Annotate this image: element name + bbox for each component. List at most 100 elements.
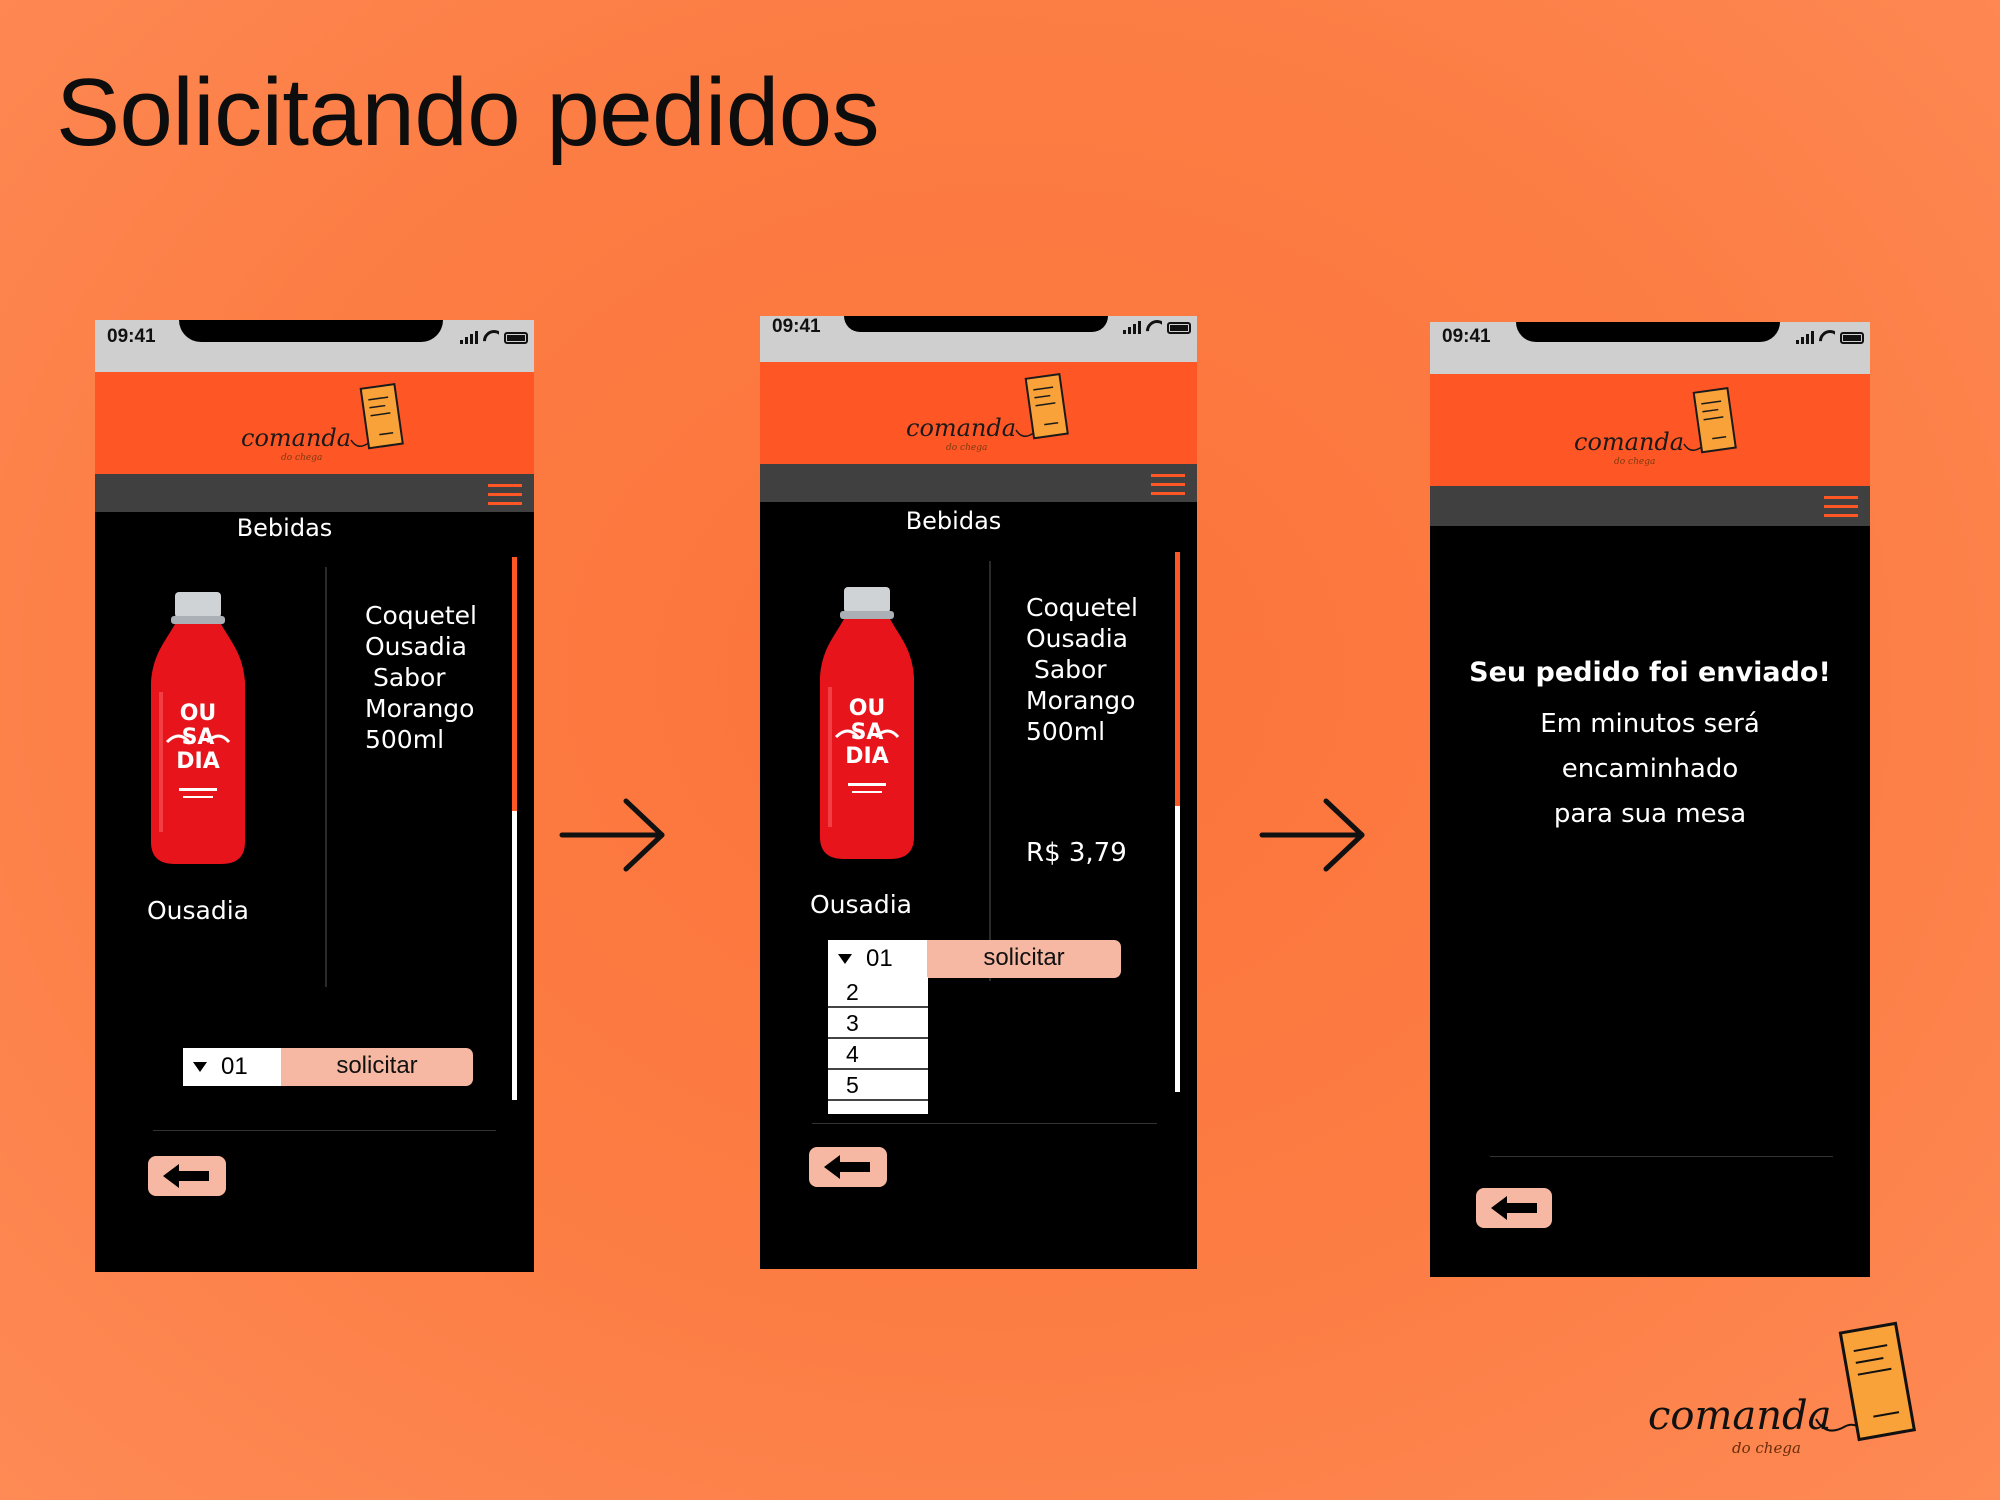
quantity-dropdown-list: 2 3 4 5	[828, 977, 928, 1114]
notch	[179, 320, 443, 342]
divider	[1490, 1156, 1833, 1157]
request-button[interactable]: solicitar	[927, 940, 1121, 978]
product-description-line: 500ml	[1026, 717, 1106, 746]
svg-text:do chega: do chega	[946, 443, 987, 453]
back-button[interactable]	[809, 1147, 887, 1187]
quantity-option[interactable]: 5	[828, 1070, 928, 1101]
quantity-select[interactable]: 01	[828, 940, 928, 978]
status-time: 09:41	[1442, 326, 1491, 347]
product-price: R$ 3,79	[1026, 838, 1127, 868]
product-image[interactable]: OU SA DIA	[145, 592, 251, 866]
quantity-value: 01	[866, 945, 893, 972]
scrollbar[interactable]	[1175, 552, 1180, 1092]
flow-arrow-icon	[1259, 798, 1365, 872]
notch	[1516, 322, 1780, 342]
quantity-select[interactable]: 01	[183, 1048, 283, 1086]
comanda-logo: comanda do chega	[906, 372, 1069, 453]
column-divider	[989, 561, 991, 981]
svg-text:comanda: comanda	[241, 424, 351, 452]
back-arrow-icon	[1491, 1196, 1537, 1220]
product-image[interactable]: OU SA DIA	[814, 587, 920, 861]
svg-text:comanda: comanda	[906, 414, 1016, 442]
quantity-value: 01	[221, 1053, 248, 1080]
menu-icon[interactable]	[1824, 496, 1858, 518]
category-title: Bebidas	[236, 514, 333, 542]
phone-screen-confirmation: 09:41 comanda do chega Seu pedido foi en…	[1430, 322, 1870, 1277]
phone-screen-quantity: 09:41 comanda do chega Bebidas OU SA DIA…	[760, 316, 1197, 1269]
scrollbar[interactable]	[512, 557, 517, 1100]
product-description-line: Morango	[365, 694, 475, 723]
phone-screen-product: 09:41 comanda do chega Bebidas OU SA DIA…	[95, 320, 534, 1272]
status-bar: 09:41	[95, 320, 534, 372]
product-description-line: Sabor	[1026, 655, 1107, 684]
svg-text:DIA: DIA	[845, 744, 888, 769]
quantity-option[interactable]: 4	[828, 1039, 928, 1070]
wifi-icon	[483, 330, 499, 344]
column-divider	[325, 567, 327, 987]
signal-icon	[460, 331, 478, 344]
brand-header: comanda do chega	[95, 372, 534, 474]
svg-text:do chega: do chega	[1732, 1439, 1801, 1457]
wifi-icon	[1146, 320, 1162, 334]
category-title: Bebidas	[905, 507, 1002, 535]
svg-text:DIA: DIA	[176, 749, 219, 774]
status-time: 09:41	[772, 316, 821, 337]
menu-icon[interactable]	[1151, 474, 1185, 496]
product-description-line: Sabor	[365, 663, 446, 692]
confirmation-title: Seu pedido foi enviado!	[1469, 657, 1831, 688]
status-bar: 09:41	[760, 316, 1197, 362]
receipt-icon	[1024, 372, 1069, 440]
product-description-line: Coquetel	[365, 601, 477, 630]
confirmation-line: Em minutos será	[1540, 709, 1760, 739]
request-button[interactable]: solicitar	[281, 1048, 473, 1086]
receipt-icon	[1838, 1321, 1917, 1442]
receipt-icon	[1692, 386, 1737, 454]
dropdown-caret-icon	[193, 1062, 207, 1072]
confirmation-message: Seu pedido foi enviado! Em minutos será …	[1430, 657, 1870, 837]
back-arrow-icon	[163, 1164, 209, 1188]
nav-bar	[1430, 486, 1870, 526]
product-description-line: Morango	[1026, 686, 1136, 715]
comanda-logo: comanda do chega	[1574, 386, 1737, 467]
confirmation-line: encaminhado	[1561, 754, 1739, 784]
product-description-line: Ousadia	[365, 632, 468, 661]
product-name: Ousadia	[810, 890, 913, 919]
dropdown-caret-icon	[838, 954, 852, 964]
battery-icon	[1840, 332, 1864, 344]
battery-icon	[504, 332, 528, 344]
svg-text:comanda: comanda	[1648, 1393, 1831, 1439]
status-bar: 09:41	[1430, 322, 1870, 374]
menu-icon[interactable]	[488, 484, 522, 506]
comanda-logo: comanda do chega	[241, 382, 404, 463]
quantity-option[interactable]: 3	[828, 1008, 928, 1039]
divider	[153, 1130, 496, 1131]
scrollbar-thumb[interactable]	[512, 557, 517, 811]
battery-icon	[1167, 322, 1191, 334]
signal-icon	[1796, 331, 1814, 344]
brand-header: comanda do chega	[760, 362, 1197, 464]
notch	[844, 316, 1108, 332]
brand-header: comanda do chega	[1430, 374, 1870, 486]
product-description-line: Coquetel	[1026, 593, 1138, 622]
svg-text:OU: OU	[849, 696, 886, 721]
back-button[interactable]	[1476, 1188, 1552, 1228]
svg-text:comanda: comanda	[1574, 428, 1684, 456]
product-description-line: Ousadia	[1026, 624, 1129, 653]
flow-arrow-icon	[559, 798, 665, 872]
scrollbar-thumb[interactable]	[1175, 552, 1180, 806]
receipt-icon	[359, 382, 404, 450]
product-name: Ousadia	[147, 896, 250, 925]
quantity-option-blank	[828, 1101, 928, 1114]
nav-bar	[760, 464, 1197, 502]
product-description-line: 500ml	[365, 725, 445, 754]
svg-text:OU: OU	[180, 701, 217, 726]
page-title: Solicitando pedidos	[56, 59, 880, 166]
svg-text:do chega: do chega	[1614, 457, 1655, 467]
back-button[interactable]	[148, 1156, 226, 1196]
comanda-logo-corner: comanda do chega	[1648, 1321, 1917, 1457]
nav-bar	[95, 474, 534, 512]
svg-text:do chega: do chega	[281, 453, 322, 463]
signal-icon	[1123, 321, 1141, 334]
quantity-option[interactable]: 2	[828, 977, 928, 1008]
confirmation-line: para sua mesa	[1553, 799, 1747, 829]
